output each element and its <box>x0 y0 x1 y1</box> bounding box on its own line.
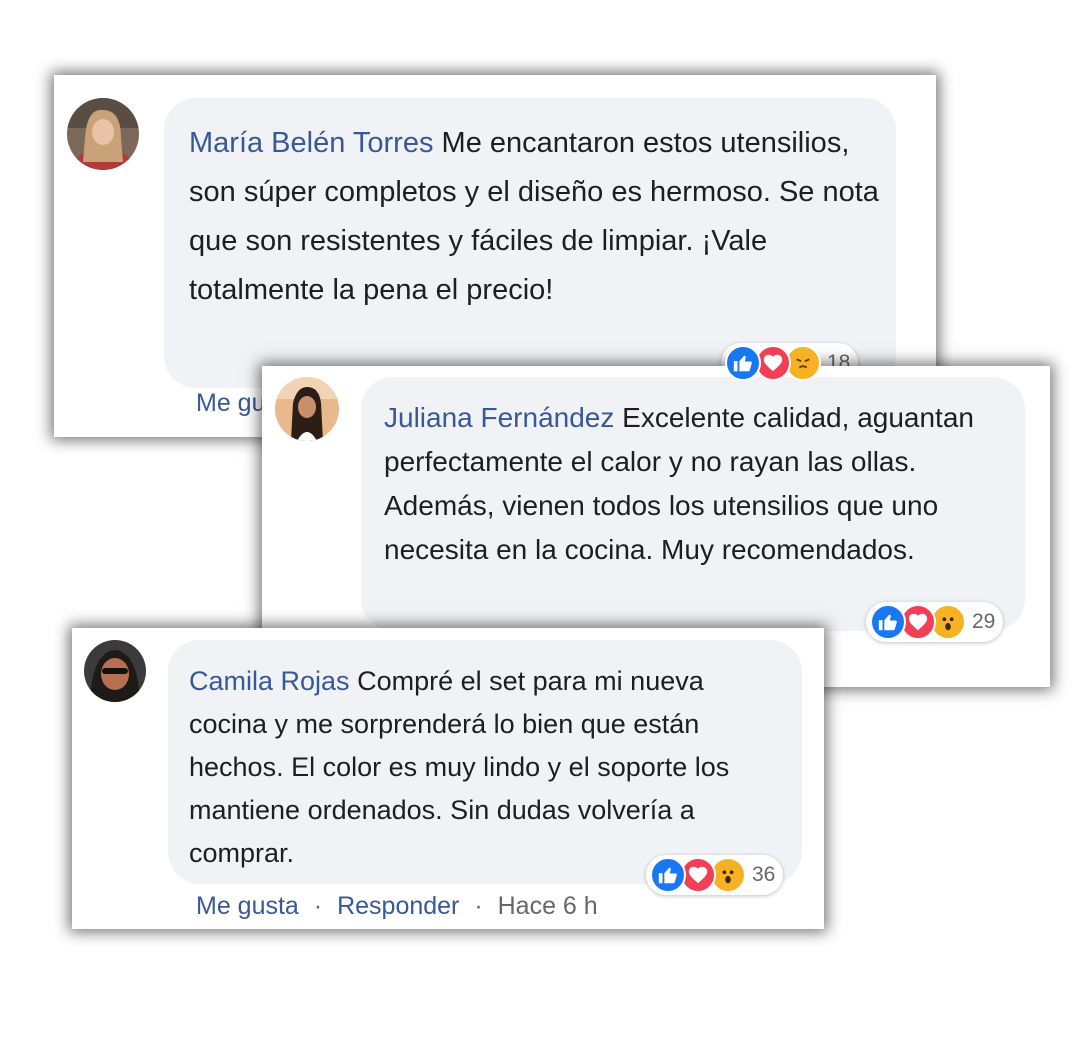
comment-card-3: Camila Rojas Compré el set para mi nueva… <box>72 628 824 929</box>
reactions-summary[interactable]: 29 <box>866 602 1004 642</box>
avatar-photo-icon <box>84 640 146 702</box>
avatar[interactable] <box>84 640 146 702</box>
reaction-count: 36 <box>752 863 776 886</box>
comment-text: Compré el set para mi nueva cocina y me … <box>189 666 730 868</box>
comment-author[interactable]: Juliana Fernández <box>384 402 614 433</box>
like-icon <box>650 857 686 893</box>
reactions-summary[interactable]: 36 <box>646 855 784 895</box>
comment-body: María Belén Torres Me encantaron estos u… <box>189 119 879 315</box>
avatar-photo-icon <box>275 377 339 441</box>
comment-timestamp[interactable]: Hace 6 h <box>498 892 598 920</box>
comment-author[interactable]: María Belén Torres <box>189 127 433 159</box>
separator-dot: · <box>474 892 483 920</box>
avatar[interactable] <box>275 377 339 441</box>
like-icon <box>870 604 906 640</box>
separator-dot: · <box>313 892 323 920</box>
avatar-photo-icon <box>67 98 139 170</box>
comment-actions: Me gusta · Responder · Hace 6 h <box>196 892 598 921</box>
like-link[interactable]: Me gusta <box>196 892 299 920</box>
like-icon <box>725 345 761 381</box>
reaction-count: 29 <box>972 610 996 633</box>
avatar[interactable] <box>67 98 139 170</box>
comment-body: Juliana Fernández Excelente calidad, agu… <box>384 396 1006 572</box>
comment-body: Camila Rojas Compré el set para mi nueva… <box>189 660 789 875</box>
reply-link[interactable]: Responder <box>337 892 459 920</box>
comment-author[interactable]: Camila Rojas <box>189 666 350 696</box>
